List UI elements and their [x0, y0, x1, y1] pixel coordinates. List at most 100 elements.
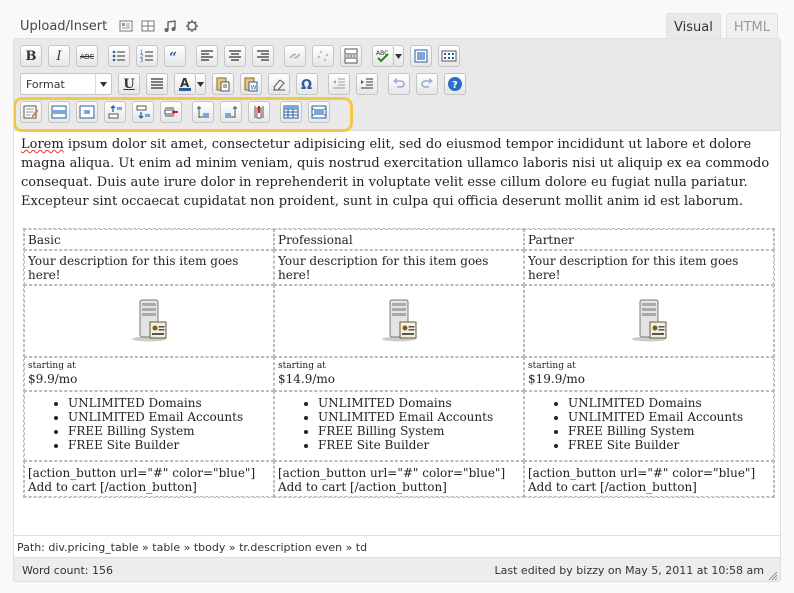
fullscreen-button[interactable]	[410, 45, 432, 67]
paste-word-button[interactable]: W	[240, 73, 262, 95]
bullet-list-button[interactable]	[108, 45, 130, 67]
numbered-list-button[interactable]: 123	[136, 45, 158, 67]
align-center-button[interactable]	[224, 45, 246, 67]
plan-price-cell[interactable]: starting at $19.9/mo	[524, 357, 774, 391]
delete-column-button[interactable]	[248, 101, 270, 123]
plan-button-shortcode-cell[interactable]: [action_button url="#" color="blue"] Add…	[274, 461, 524, 497]
editor-toolbar: B I ABC 123 “	[14, 39, 780, 132]
align-left-button[interactable]	[196, 45, 218, 67]
clear-formatting-button[interactable]	[268, 73, 290, 95]
plan-name-cell[interactable]: Basic	[24, 229, 274, 250]
text-color-icon: A	[179, 76, 191, 91]
paste-text-icon	[216, 77, 230, 92]
blockquote-icon: “	[169, 50, 177, 64]
insert-table-button[interactable]	[280, 101, 302, 123]
plan-description-cell[interactable]: Your description for this item goes here…	[24, 250, 274, 285]
plan-features-cell[interactable]: UNLIMITED Domains UNLIMITED Email Accoun…	[274, 391, 524, 461]
chevron-down-icon	[395, 53, 402, 59]
paste-text-button[interactable]	[212, 73, 234, 95]
delete-column-icon	[254, 106, 264, 119]
tab-html[interactable]: HTML	[725, 13, 778, 40]
price-label: starting at	[28, 361, 76, 371]
row-properties-button[interactable]	[48, 101, 70, 123]
bold-button[interactable]: B	[20, 45, 42, 67]
plan-name-cell[interactable]: Partner	[524, 229, 774, 250]
list-item: FREE Billing System	[318, 424, 520, 438]
word-count: Word count: 156	[22, 564, 114, 577]
add-video-icon[interactable]	[141, 19, 155, 33]
plan-price-cell[interactable]: starting at $9.9/mo	[24, 357, 274, 391]
help-button[interactable]: ?	[444, 73, 466, 95]
plan-image-cell[interactable]	[24, 285, 274, 357]
element-path[interactable]: Path: div.pricing_table » table » tbody …	[17, 541, 367, 554]
add-media-icon[interactable]	[185, 19, 199, 33]
merge-cells-button[interactable]	[308, 101, 330, 123]
list-item: UNLIMITED Domains	[318, 396, 520, 410]
text-color-button[interactable]: A	[174, 73, 196, 95]
underline-button[interactable]: U	[118, 73, 140, 95]
indent-icon	[361, 78, 373, 89]
list-item: UNLIMITED Domains	[568, 396, 770, 410]
insert-more-button[interactable]	[340, 45, 362, 67]
insert-column-before-button[interactable]	[192, 101, 214, 123]
table-row: Basic Professional Partner	[24, 229, 774, 250]
insert-column-after-button[interactable]	[220, 101, 242, 123]
blockquote-button[interactable]: “	[164, 45, 186, 67]
insert-link-button[interactable]	[284, 45, 306, 67]
svg-text:“: “	[169, 50, 177, 64]
lorem-paragraph: Lorem ipsum dolor sit amet, consectetur …	[21, 135, 776, 211]
delete-row-button[interactable]	[160, 101, 182, 123]
plan-price-cell[interactable]: starting at $14.9/mo	[274, 357, 524, 391]
spellcheck-language-dropdown[interactable]	[394, 45, 404, 67]
feature-list: UNLIMITED Domains UNLIMITED Email Accoun…	[28, 396, 270, 452]
plan-image-cell[interactable]	[274, 285, 524, 357]
undo-button[interactable]	[388, 73, 410, 95]
list-item: FREE Site Builder	[318, 438, 520, 452]
kitchen-sink-button[interactable]	[438, 45, 460, 67]
tab-visual[interactable]: Visual	[666, 13, 721, 40]
toolbar-row-3-table	[20, 100, 336, 124]
kitchen-sink-icon	[441, 50, 457, 62]
format-select[interactable]: Format	[20, 73, 112, 95]
plan-features-cell[interactable]: UNLIMITED Domains UNLIMITED Email Accoun…	[524, 391, 774, 461]
spelling-error-word: Lorem	[21, 137, 64, 152]
plan-button-shortcode-cell[interactable]: [action_button url="#" color="blue"] Add…	[524, 461, 774, 497]
outdent-button[interactable]	[328, 73, 350, 95]
table-properties-button[interactable]	[20, 101, 42, 123]
plan-name-cell[interactable]: Professional	[274, 229, 524, 250]
plan-description-cell[interactable]: Your description for this item goes here…	[274, 250, 524, 285]
row-props-icon	[51, 105, 67, 119]
table-edit-icon	[23, 105, 39, 119]
indent-button[interactable]	[356, 73, 378, 95]
strikethrough-button[interactable]: ABC	[76, 45, 98, 67]
plan-image-cell[interactable]	[524, 285, 774, 357]
italic-button[interactable]: I	[48, 45, 70, 67]
special-character-button[interactable]: Ω	[296, 73, 318, 95]
svg-text:Ω: Ω	[301, 78, 312, 92]
redo-button[interactable]	[416, 73, 438, 95]
toolbar-row-1: B I ABC 123 “	[20, 44, 466, 68]
text-color-dropdown[interactable]	[196, 73, 206, 95]
list-item: FREE Site Builder	[68, 438, 270, 452]
add-image-icon[interactable]	[119, 19, 133, 33]
element-path-bar: Path: div.pricing_table » table » tbody …	[14, 535, 780, 557]
table-row: UNLIMITED Domains UNLIMITED Email Accoun…	[24, 391, 774, 461]
plan-features-cell[interactable]: UNLIMITED Domains UNLIMITED Email Accoun…	[24, 391, 274, 461]
eraser-icon	[273, 79, 285, 91]
price-value: $9.9/mo	[28, 372, 78, 386]
align-right-button[interactable]	[252, 45, 274, 67]
insert-row-before-button[interactable]	[104, 101, 126, 123]
last-edited-info: Last edited by bizzy on May 5, 2011 at 1…	[494, 564, 764, 577]
spellcheck-button[interactable]: ABC	[372, 45, 394, 67]
add-audio-icon[interactable]	[163, 19, 177, 33]
insert-row-after-button[interactable]	[132, 101, 154, 123]
editor-content[interactable]: Lorem ipsum dolor sit amet, consectetur …	[21, 135, 776, 498]
unlink-button[interactable]	[312, 45, 334, 67]
plan-description-cell[interactable]: Your description for this item goes here…	[524, 250, 774, 285]
plan-button-shortcode-cell[interactable]: [action_button url="#" color="blue"] Add…	[24, 461, 274, 497]
resize-handle-icon[interactable]	[768, 571, 778, 581]
justify-button[interactable]	[146, 73, 168, 95]
editor-footer: Word count: 156 Last edited by bizzy on …	[14, 557, 780, 581]
lorem-paragraph-text: ipsum dolor sit amet, consectetur adipis…	[21, 137, 770, 209]
cell-properties-button[interactable]	[76, 101, 98, 123]
